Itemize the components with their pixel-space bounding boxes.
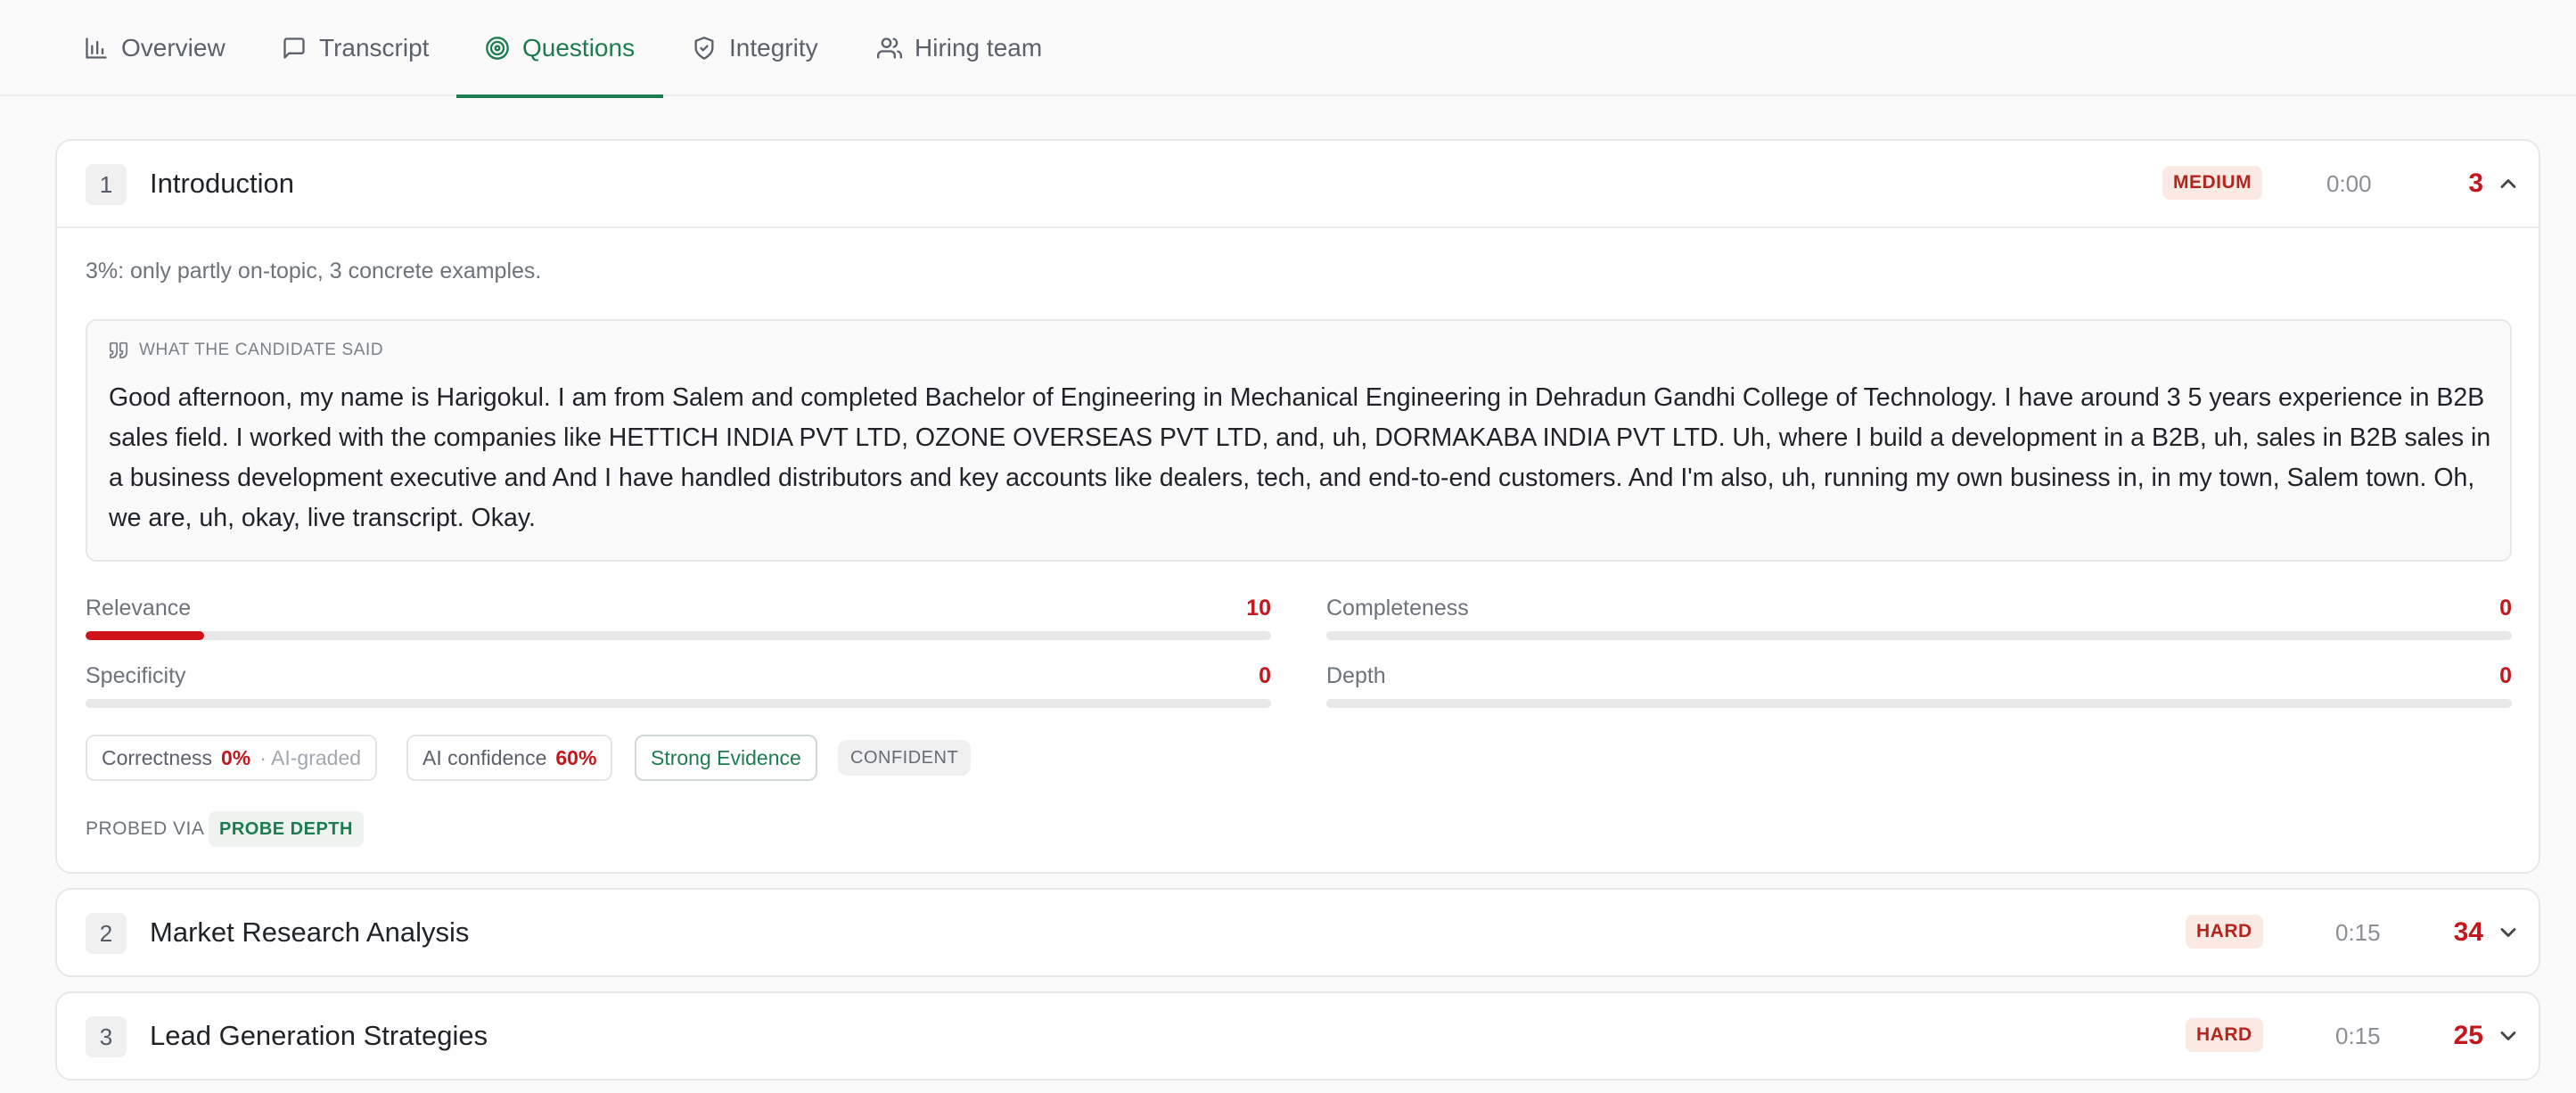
quote-icon (109, 341, 128, 359)
chevron-down-icon[interactable] (2496, 920, 2521, 945)
difficulty-badge: MEDIUM (2162, 166, 2263, 200)
tab-questions[interactable]: Questions (455, 0, 664, 98)
question-time: 0:00 (2326, 170, 2372, 197)
ai-graded-note: · AI-graded (259, 745, 362, 769)
metric-bar (1326, 699, 2512, 708)
tab-transcript[interactable]: Transcript (282, 0, 429, 96)
metric-label: Specificity (86, 663, 186, 688)
question-header-1[interactable]: 1 Introduction MEDIUM 0:00 3 (57, 141, 2539, 226)
question-score: 3 (2468, 168, 2483, 198)
metric-value: 0 (1259, 663, 1271, 688)
header-divider (57, 226, 2539, 228)
question-title: Introduction (150, 168, 294, 199)
metric-specificity: Specificity 0 (86, 663, 1271, 717)
target-icon (486, 37, 509, 60)
score-summary: 3%: only partly on-topic, 3 concrete exa… (86, 259, 542, 284)
ai-confidence-value: 60% (555, 745, 597, 769)
probe-type-tag: PROBE DEPTH (209, 811, 364, 847)
metric-label: Depth (1326, 663, 1386, 688)
candidate-answer-box: WHAT THE CANDIDATE SAID Good afternoon, … (86, 319, 2512, 562)
question-header-2[interactable]: 2 Market Research Analysis HARD 0:15 34 (57, 890, 2539, 975)
message-square-icon (283, 37, 305, 59)
bar-chart-icon (86, 37, 107, 59)
question-number: 3 (86, 1016, 127, 1057)
tab-label: Hiring team (915, 34, 1043, 62)
question-score: 25 (2453, 1021, 2483, 1050)
users-icon (877, 37, 902, 59)
metric-label: Completeness (1326, 596, 1469, 620)
metric-completeness: Completeness 0 (1326, 596, 2512, 649)
metric-value: 10 (1246, 596, 1271, 620)
tab-overview[interactable]: Overview (84, 0, 226, 96)
question-number: 2 (86, 913, 127, 954)
tab-hiring-team[interactable]: Hiring team (877, 0, 1042, 96)
question-card-1: 1 Introduction MEDIUM 0:00 3 3%: only pa… (55, 139, 2540, 874)
candidate-said-label: WHAT THE CANDIDATE SAID (109, 341, 383, 360)
question-score: 34 (2453, 917, 2483, 947)
metric-value: 0 (2499, 596, 2512, 620)
metric-bar (1326, 631, 2512, 640)
shield-check-icon (694, 37, 714, 60)
candidate-answer-text: Good afternoon, my name is Harigokul. I … (109, 383, 2491, 532)
metric-bar (86, 631, 1271, 640)
difficulty-badge: HARD (2186, 915, 2263, 949)
correctness-value: 0% (220, 745, 251, 769)
chevron-down-icon[interactable] (2496, 1023, 2521, 1048)
question-title: Market Research Analysis (150, 916, 470, 948)
ai-confidence-chip: AI confidence 60% (406, 735, 613, 781)
correctness-chip: Correctness 0% · AI-graded (86, 735, 378, 781)
metric-value: 0 (2499, 663, 2512, 688)
metric-depth: Depth 0 (1326, 663, 2512, 717)
question-title: Lead Generation Strategies (150, 1020, 488, 1051)
tab-bar: Overview Transcript Questions Integrity … (0, 0, 2576, 98)
question-header-3[interactable]: 3 Lead Generation Strategies HARD 0:15 2… (57, 993, 2539, 1079)
question-card-3[interactable]: 3 Lead Generation Strategies HARD 0:15 2… (55, 991, 2540, 1081)
tab-label: Integrity (729, 34, 818, 62)
chevron-up-icon[interactable] (2496, 171, 2521, 196)
confidence-tag: CONFIDENT (838, 740, 972, 776)
tab-label: Transcript (319, 34, 430, 62)
evidence-chip: Strong Evidence (635, 735, 817, 781)
metric-label: Relevance (86, 596, 192, 620)
metric-bar (86, 699, 1271, 708)
tab-integrity[interactable]: Integrity (692, 0, 818, 96)
probed-via-label: PROBED VIA (86, 818, 205, 839)
question-card-2[interactable]: 2 Market Research Analysis HARD 0:15 34 (55, 888, 2540, 977)
tab-label: Questions (522, 34, 636, 62)
difficulty-badge: HARD (2186, 1018, 2263, 1052)
question-number: 1 (86, 164, 127, 205)
tab-label: Overview (121, 34, 226, 62)
question-time: 0:15 (2335, 1023, 2381, 1049)
question-time: 0:15 (2335, 919, 2381, 946)
metric-bar-fill (86, 631, 204, 640)
metric-relevance: Relevance 10 (86, 596, 1271, 649)
